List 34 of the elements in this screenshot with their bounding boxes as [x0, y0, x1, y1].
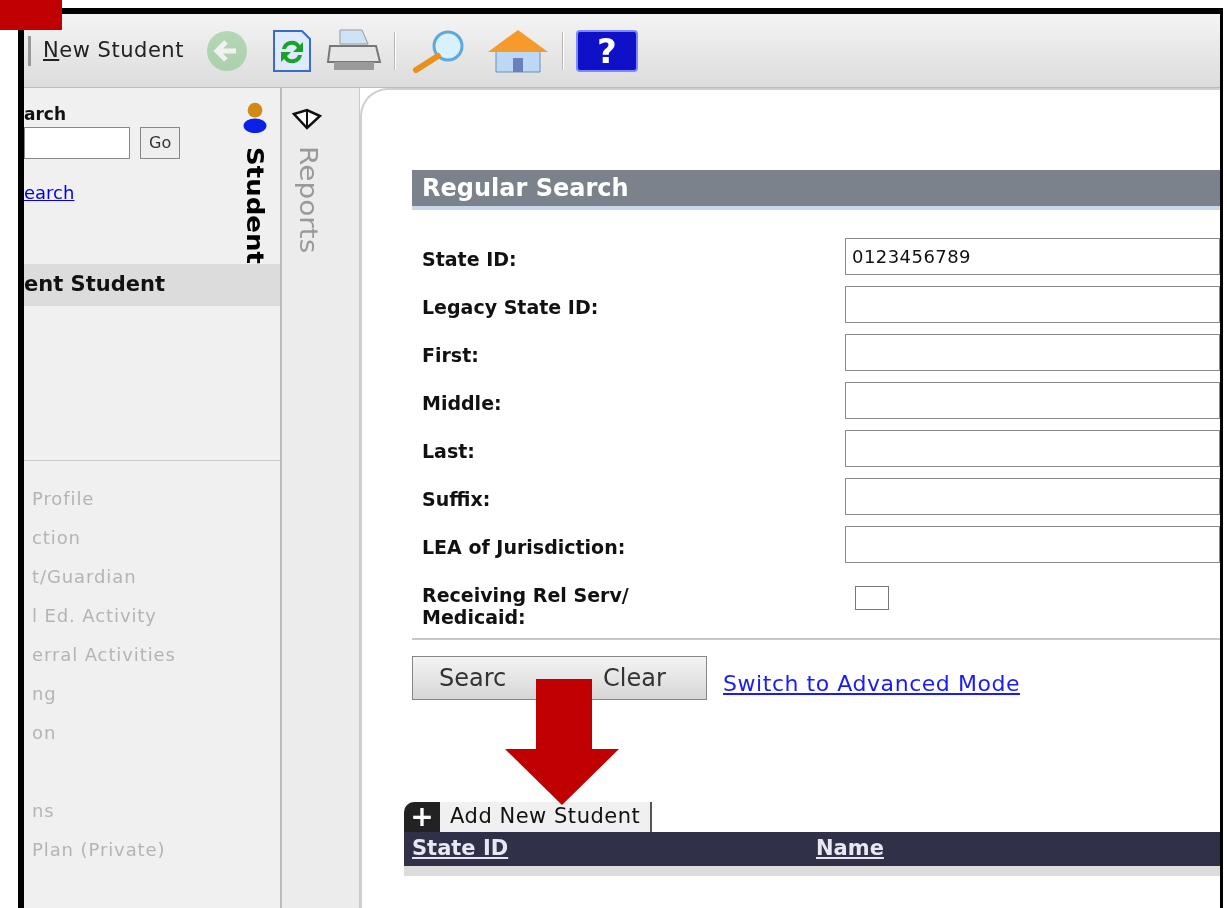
text-field[interactable] [845, 478, 1220, 515]
new-student-menu[interactable]: New Student [43, 34, 184, 67]
text-field[interactable] [845, 526, 1220, 563]
help-button[interactable]: ? [575, 29, 638, 72]
field-label: Last: [422, 440, 476, 462]
column-header[interactable]: Name [816, 833, 884, 865]
plus-icon: + [404, 802, 440, 832]
search-field[interactable] [24, 127, 130, 159]
field-label: Suffix: [422, 488, 492, 510]
checkbox[interactable] [855, 586, 889, 610]
text-field[interactable] [845, 286, 1220, 323]
clear-button[interactable]: Clear [603, 660, 666, 696]
search-button[interactable]: Searc [413, 660, 535, 696]
add-student-label: Add New Student [449, 803, 642, 831]
search-link[interactable]: earch [24, 179, 230, 206]
column-header[interactable]: State ID [404, 833, 816, 865]
text-field[interactable] [845, 334, 1220, 371]
current-student: ent Student [24, 271, 165, 299]
field-label: Legacy State ID: [422, 296, 600, 318]
text-field[interactable]: 0123456789 [845, 238, 1220, 275]
text-field[interactable] [845, 430, 1220, 467]
corner-marker [0, 0, 62, 30]
text-field[interactable] [845, 382, 1220, 419]
field-label: First: [422, 344, 480, 366]
panel-title: Regular Search [422, 173, 629, 204]
go-button[interactable]: Go [140, 127, 181, 159]
field-label: Middle: [422, 392, 503, 414]
search-label: arch [24, 106, 68, 123]
student-tab[interactable]: Student [243, 147, 267, 264]
advanced-mode-link[interactable]: Switch to Advanced Mode [723, 667, 1021, 700]
add-student-tab[interactable]: + Add New Student [404, 802, 653, 832]
field-label: Receiving Rel Serv/ Medicaid: [422, 584, 630, 628]
field-label: LEA of Jurisdiction: [422, 536, 627, 558]
field-label: State ID: [422, 248, 518, 270]
